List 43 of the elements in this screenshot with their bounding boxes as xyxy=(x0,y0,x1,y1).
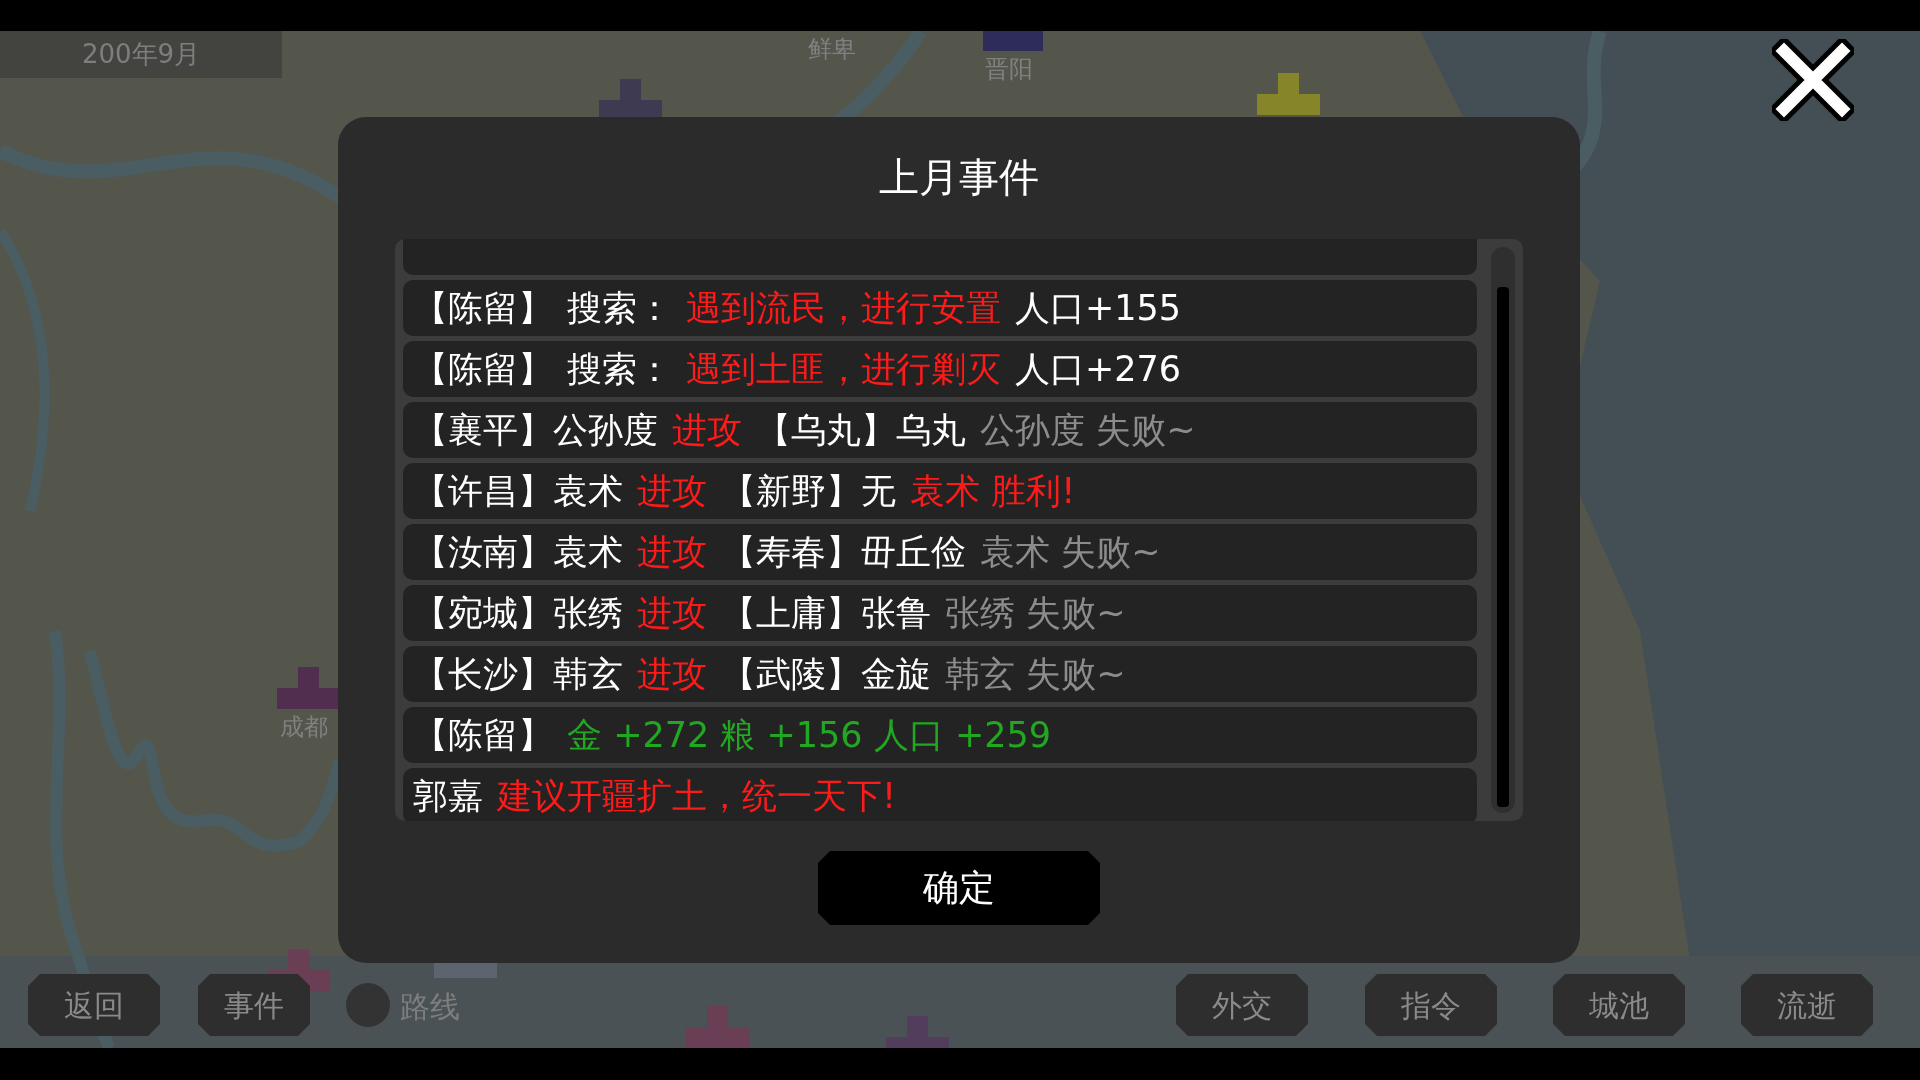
event-text: 【武陵】金旋 xyxy=(721,656,931,692)
event-text: 进攻 xyxy=(637,595,707,631)
event-text: 人口+155 xyxy=(1015,290,1182,326)
confirm-button[interactable]: 确定 xyxy=(818,851,1100,925)
event-text: 人口+276 xyxy=(1015,351,1182,387)
menu-button[interactable]: 事件 xyxy=(198,974,310,1036)
scrollbar-thumb[interactable] xyxy=(1497,287,1509,807)
event-text: 进攻 xyxy=(637,473,707,509)
event-text: 【乌丸】乌丸 xyxy=(756,412,966,448)
menu-button[interactable]: 流逝 xyxy=(1741,974,1873,1036)
event-text: 韩玄 失败~ xyxy=(945,656,1126,692)
event-text: 郭嘉 xyxy=(413,778,483,814)
menu-button[interactable]: 城池 xyxy=(1553,974,1685,1036)
event-text: 【长沙】韩玄 xyxy=(413,656,623,692)
event-text: 公孙度 失败~ xyxy=(980,412,1196,448)
menu-button[interactable]: 指令 xyxy=(1365,974,1497,1036)
event-text: 搜索： xyxy=(567,351,672,387)
close-icon[interactable] xyxy=(1772,39,1854,121)
menu-button[interactable]: 返回 xyxy=(28,974,160,1036)
event-text: 【宛城】张绣 xyxy=(413,595,623,631)
event-text: 【汝南】袁术 xyxy=(413,534,623,570)
event-text: 【陈留】 xyxy=(413,717,553,753)
event-text: 袁术 胜利! xyxy=(910,473,1076,509)
event-text: 【上庸】张鲁 xyxy=(721,595,931,631)
event-text: 【陈留】 xyxy=(413,290,553,326)
event-text: 遇到土匪，进行剿灭 xyxy=(686,351,1001,387)
event-text: 【襄平】公孙度 xyxy=(413,412,658,448)
event-text: 金 +272 粮 +156 人口 +259 xyxy=(567,717,1052,753)
event-text: 进攻 xyxy=(672,412,742,448)
date-label: 200年9月 xyxy=(0,31,282,78)
event-text: 遇到流民，进行安置 xyxy=(686,290,1001,326)
dialog-title: 上月事件 xyxy=(879,157,1039,197)
event-text: 【寿春】毌丘俭 xyxy=(721,534,966,570)
event-text: 张绣 失败~ xyxy=(945,595,1126,631)
event-text: 袁术 失败~ xyxy=(980,534,1161,570)
event-text: 进攻 xyxy=(637,656,707,692)
event-text: 搜索： xyxy=(567,290,672,326)
event-text: 进攻 xyxy=(637,534,707,570)
event-text: 【新野】无 xyxy=(721,473,896,509)
event-text: 建议开疆扩土，统一天下! xyxy=(497,778,897,814)
event-text: 【陈留】 xyxy=(413,351,553,387)
menu-button[interactable]: 外交 xyxy=(1176,974,1308,1036)
event-text: 【许昌】袁术 xyxy=(413,473,623,509)
